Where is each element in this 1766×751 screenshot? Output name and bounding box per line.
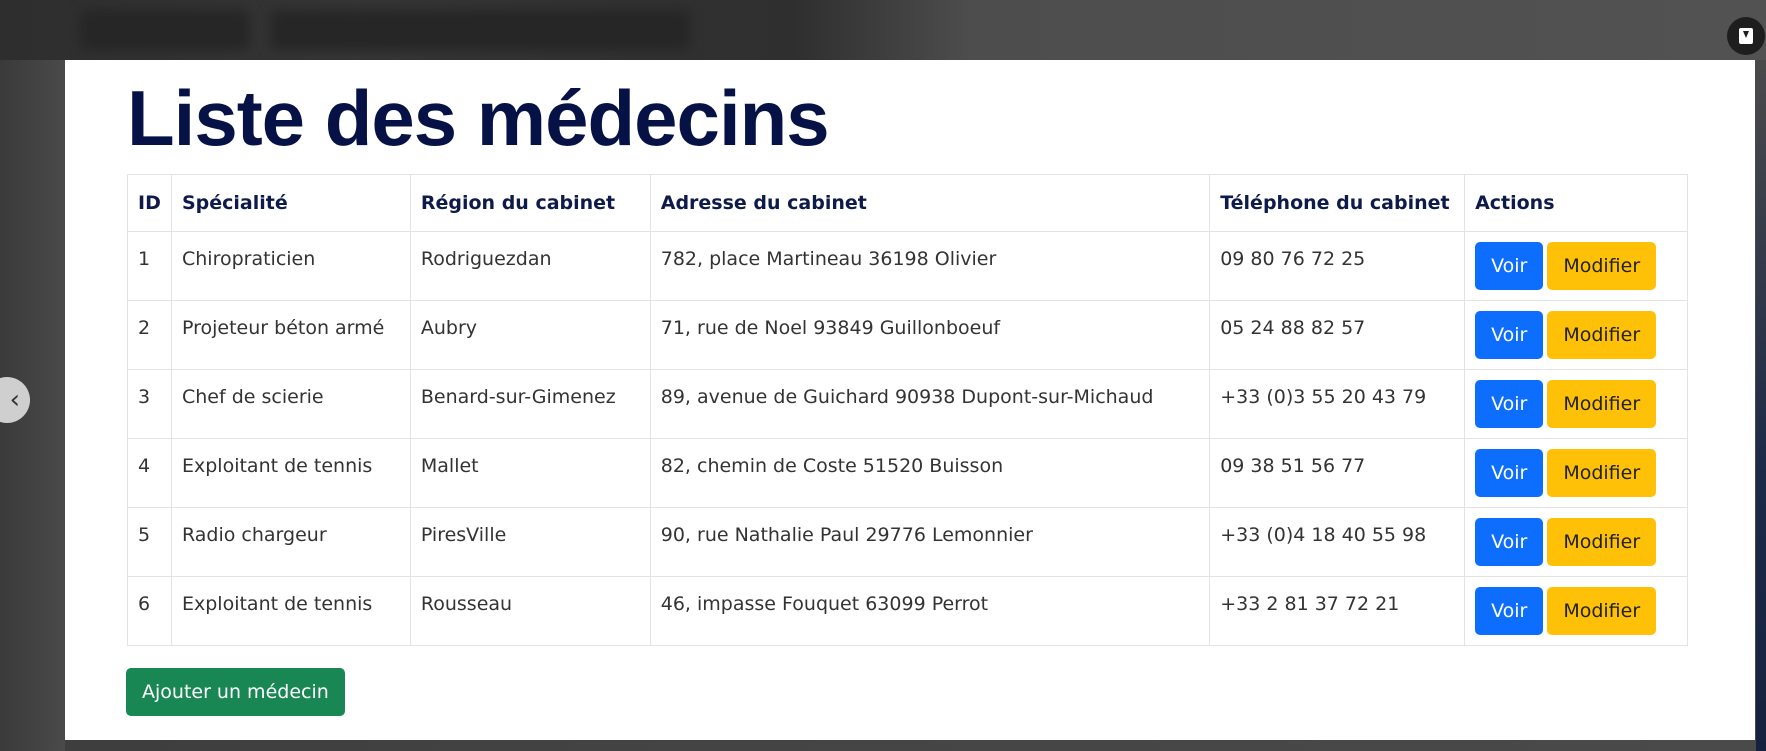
table-row: 5 Radio chargeur PiresVille 90, rue Nath… [127,507,1688,577]
edit-button[interactable]: Modifier [1547,449,1657,497]
cell-id: 4 [127,438,172,508]
cell-adresse: 90, rue Nathalie Paul 29776 Lemonnier [649,507,1211,577]
cell-id: 1 [127,231,172,301]
edit-button[interactable]: Modifier [1547,380,1657,428]
edit-button[interactable]: Modifier [1547,242,1657,290]
edit-button[interactable]: Modifier [1547,311,1657,359]
column-header-adresse: Adresse du cabinet [649,174,1211,232]
content-card: Liste des médecins ID Spécialité Région … [65,60,1755,740]
chevron-left-icon: ‹ [9,385,20,415]
cell-telephone: +33 (0)3 55 20 43 79 [1209,369,1466,439]
cell-adresse: 46, impasse Fouquet 63099 Perrot [649,576,1211,646]
cell-region: PiresVille [409,507,651,577]
cell-specialite: Exploitant de tennis [170,576,411,646]
cell-actions: Voir Modifier [1464,231,1688,301]
table-row: 2 Projeteur béton armé Aubry 71, rue de … [127,300,1688,370]
cell-id: 2 [127,300,172,370]
cell-specialite: Chiropraticien [170,231,411,301]
cell-specialite: Projeteur béton armé [170,300,411,370]
view-button[interactable]: Voir [1475,311,1544,359]
cell-telephone: 09 80 76 72 25 [1209,231,1466,301]
column-header-actions: Actions [1464,174,1688,232]
cell-telephone: 05 24 88 82 57 [1209,300,1466,370]
page-title: Liste des médecins [127,74,830,162]
table-header-row: ID Spécialité Région du cabinet Adresse … [127,174,1688,232]
cell-actions: Voir Modifier [1464,438,1688,508]
cell-specialite: Exploitant de tennis [170,438,411,508]
blurred-element [270,10,690,50]
download-button[interactable] [1727,17,1765,55]
view-button[interactable]: Voir [1475,449,1544,497]
cell-telephone: 09 38 51 56 77 [1209,438,1466,508]
cell-adresse: 89, avenue de Guichard 90938 Dupont-sur-… [649,369,1211,439]
cell-actions: Voir Modifier [1464,369,1688,439]
cell-specialite: Radio chargeur [170,507,411,577]
column-header-telephone: Téléphone du cabinet [1209,174,1466,232]
table-row: 1 Chiropraticien Rodriguezdan 782, place… [127,231,1688,301]
cell-region: Rodriguezdan [409,231,651,301]
edit-button[interactable]: Modifier [1547,518,1657,566]
view-button[interactable]: Voir [1475,242,1544,290]
add-doctor-button[interactable]: Ajouter un médecin [126,668,345,716]
column-header-region: Région du cabinet [409,174,651,232]
cell-adresse: 782, place Martineau 36198 Olivier [649,231,1211,301]
doctors-table: ID Spécialité Région du cabinet Adresse … [127,174,1688,646]
view-button[interactable]: Voir [1475,587,1544,635]
cell-specialite: Chef de scierie [170,369,411,439]
cell-adresse: 82, chemin de Coste 51520 Buisson [649,438,1211,508]
blurred-element [80,10,250,50]
cell-actions: Voir Modifier [1464,576,1688,646]
cell-adresse: 71, rue de Noel 93849 Guillonboeuf [649,300,1211,370]
cell-id: 5 [127,507,172,577]
view-button[interactable]: Voir [1475,518,1544,566]
table-row: 3 Chef de scierie Benard-sur-Gimenez 89,… [127,369,1688,439]
download-icon [1739,28,1753,44]
cell-telephone: +33 (0)4 18 40 55 98 [1209,507,1466,577]
table-row: 4 Exploitant de tennis Mallet 82, chemin… [127,438,1688,508]
cell-actions: Voir Modifier [1464,300,1688,370]
cell-telephone: +33 2 81 37 72 21 [1209,576,1466,646]
blurred-top-bar [0,0,1766,60]
cell-region: Benard-sur-Gimenez [409,369,651,439]
cell-region: Mallet [409,438,651,508]
table-row: 6 Exploitant de tennis Rousseau 46, impa… [127,576,1688,646]
cell-id: 6 [127,576,172,646]
column-header-specialite: Spécialité [170,174,411,232]
cell-actions: Voir Modifier [1464,507,1688,577]
background-right [1756,60,1766,751]
cell-id: 3 [127,369,172,439]
edit-button[interactable]: Modifier [1547,587,1657,635]
view-button[interactable]: Voir [1475,380,1544,428]
column-header-id: ID [127,174,172,232]
cell-region: Aubry [409,300,651,370]
cell-region: Rousseau [409,576,651,646]
